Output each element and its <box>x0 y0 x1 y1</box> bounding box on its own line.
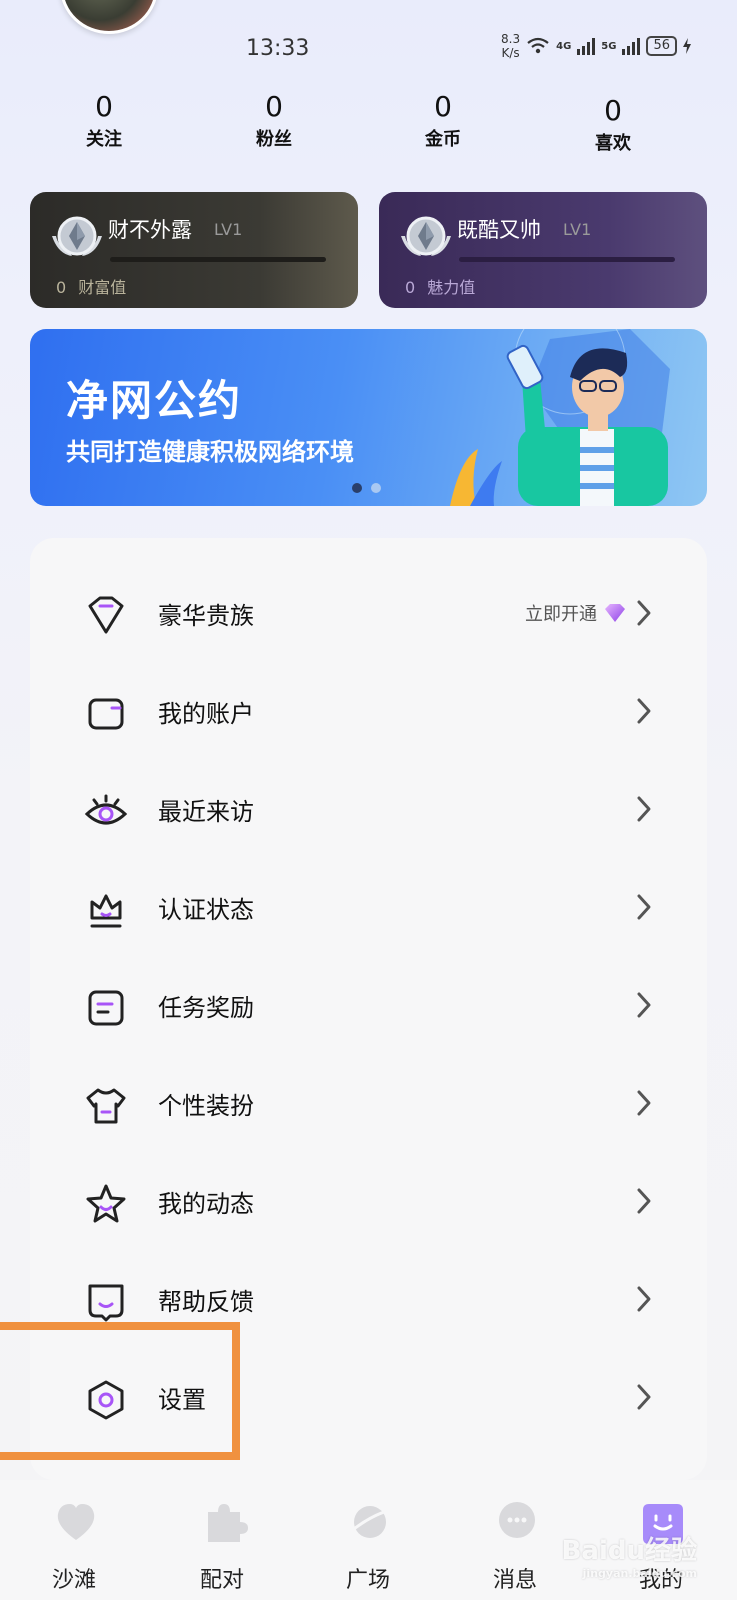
menu-label: 个性装扮 <box>158 1092 254 1120</box>
menu-item-visitors[interactable]: 最近来访 <box>30 760 707 858</box>
chevron-right-icon <box>637 894 651 920</box>
banner-dot[interactable] <box>371 483 381 493</box>
status-time: 13:33 <box>246 36 310 61</box>
stat-following[interactable]: 0 关注 <box>64 90 144 151</box>
menu-item-moments[interactable]: 我的动态 <box>30 1152 707 1250</box>
charm-value-row: 0 魅力值 <box>405 274 475 298</box>
status-icons: 8.3 K/s 4G 5G 56 <box>501 32 691 60</box>
medal-icon <box>401 216 451 256</box>
tab-square[interactable]: 广场 <box>308 1480 428 1600</box>
wifi-icon <box>527 37 549 54</box>
heart-icon <box>57 1504 95 1540</box>
crown-icon <box>90 894 122 928</box>
charging-icon <box>683 38 691 54</box>
tshirt-icon <box>86 1088 126 1124</box>
task-list-icon <box>88 990 124 1026</box>
chevron-right-icon <box>637 698 651 724</box>
charm-progress-bar <box>459 257 675 262</box>
menu-label: 我的动态 <box>158 1190 254 1218</box>
promo-banner[interactable]: 净网公约 共同打造健康积极网络环境 <box>30 329 707 506</box>
menu-item-verification[interactable]: 认证状态 <box>30 858 707 956</box>
tab-beach[interactable]: 沙滩 <box>14 1480 134 1600</box>
wealth-value: 0 <box>56 278 67 297</box>
signal-label-1: 4G <box>556 40 572 52</box>
menu-item-account[interactable]: 我的账户 <box>30 662 707 760</box>
banner-illustration <box>450 329 670 506</box>
signal-label-2: 5G <box>601 40 617 52</box>
banner-pagination <box>352 483 381 493</box>
tab-match[interactable]: 配对 <box>162 1480 282 1600</box>
charm-value-label: 魅力值 <box>427 278 476 297</box>
tab-label: 沙滩 <box>51 1568 96 1593</box>
chevron-right-icon <box>637 1188 651 1214</box>
charm-level-card[interactable]: 既酷又帅 LV1 0 魅力值 <box>379 192 707 308</box>
wealth-progress-bar <box>110 257 326 262</box>
menu-label: 最近来访 <box>158 798 254 826</box>
medal-icon <box>52 216 102 256</box>
menu-label: 豪华贵族 <box>158 602 254 630</box>
stat-coins[interactable]: 0 金币 <box>403 90 483 151</box>
wealth-title: 财不外露 <box>108 218 192 242</box>
menu-item-noble[interactable]: 豪华贵族 立即开通 <box>30 564 707 662</box>
stat-likes[interactable]: 0 喜欢 <box>573 94 653 155</box>
chevron-right-icon <box>637 1384 651 1410</box>
feedback-icon <box>88 1284 124 1322</box>
menu-item-dressup[interactable]: 个性装扮 <box>30 1054 707 1152</box>
wealth-value-label: 财富值 <box>78 278 127 297</box>
menu-label: 认证状态 <box>158 896 254 924</box>
star-icon <box>86 1184 126 1223</box>
watermark: Baidu经验 jingyan.baidu.com <box>561 1536 697 1580</box>
chevron-right-icon <box>637 600 651 626</box>
charm-value: 0 <box>405 278 416 297</box>
noble-open-link[interactable]: 立即开通 <box>525 600 627 626</box>
planet-icon <box>349 1506 391 1538</box>
battery-icon: 56 <box>646 36 677 56</box>
signal-bars-icon <box>577 37 596 55</box>
banner-dot-active[interactable] <box>352 483 362 493</box>
wealth-value-row: 0 财富值 <box>56 274 126 298</box>
chevron-right-icon <box>637 796 651 822</box>
settings-highlight-box <box>0 1322 240 1460</box>
net-speed: 8.3 K/s <box>501 32 521 60</box>
banner-subtitle: 共同打造健康积极网络环境 <box>66 438 354 466</box>
chevron-right-icon <box>637 992 651 1018</box>
menu-label: 任务奖励 <box>158 994 254 1022</box>
diamond-outline-icon <box>88 596 124 634</box>
chevron-right-icon <box>637 1090 651 1116</box>
charm-level: LV1 <box>563 220 592 239</box>
user-avatar[interactable] <box>60 0 158 34</box>
wealth-level-card[interactable]: 财不外露 LV1 0 财富值 <box>30 192 358 308</box>
tab-label: 配对 <box>199 1568 244 1593</box>
tab-label: 广场 <box>345 1568 390 1593</box>
status-bar: 13:33 8.3 K/s 4G 5G 56 <box>0 30 737 70</box>
wealth-level: LV1 <box>214 220 243 239</box>
tab-messages[interactable]: 消息 <box>455 1480 575 1600</box>
purple-diamond-icon <box>605 604 625 622</box>
menu-item-tasks[interactable]: 任务奖励 <box>30 956 707 1054</box>
stat-fans[interactable]: 0 粉丝 <box>234 90 314 151</box>
banner-title: 净网公约 <box>66 376 243 425</box>
eye-icon <box>84 794 128 825</box>
chat-icon <box>499 1502 535 1538</box>
chevron-right-icon <box>637 1286 651 1312</box>
charm-title: 既酷又帅 <box>457 218 541 242</box>
puzzle-icon <box>208 1504 248 1542</box>
menu-label: 我的账户 <box>158 700 254 728</box>
tab-label: 消息 <box>492 1568 537 1593</box>
signal-bars-icon <box>622 37 641 55</box>
wallet-icon <box>88 698 124 730</box>
menu-label: 帮助反馈 <box>158 1288 254 1316</box>
